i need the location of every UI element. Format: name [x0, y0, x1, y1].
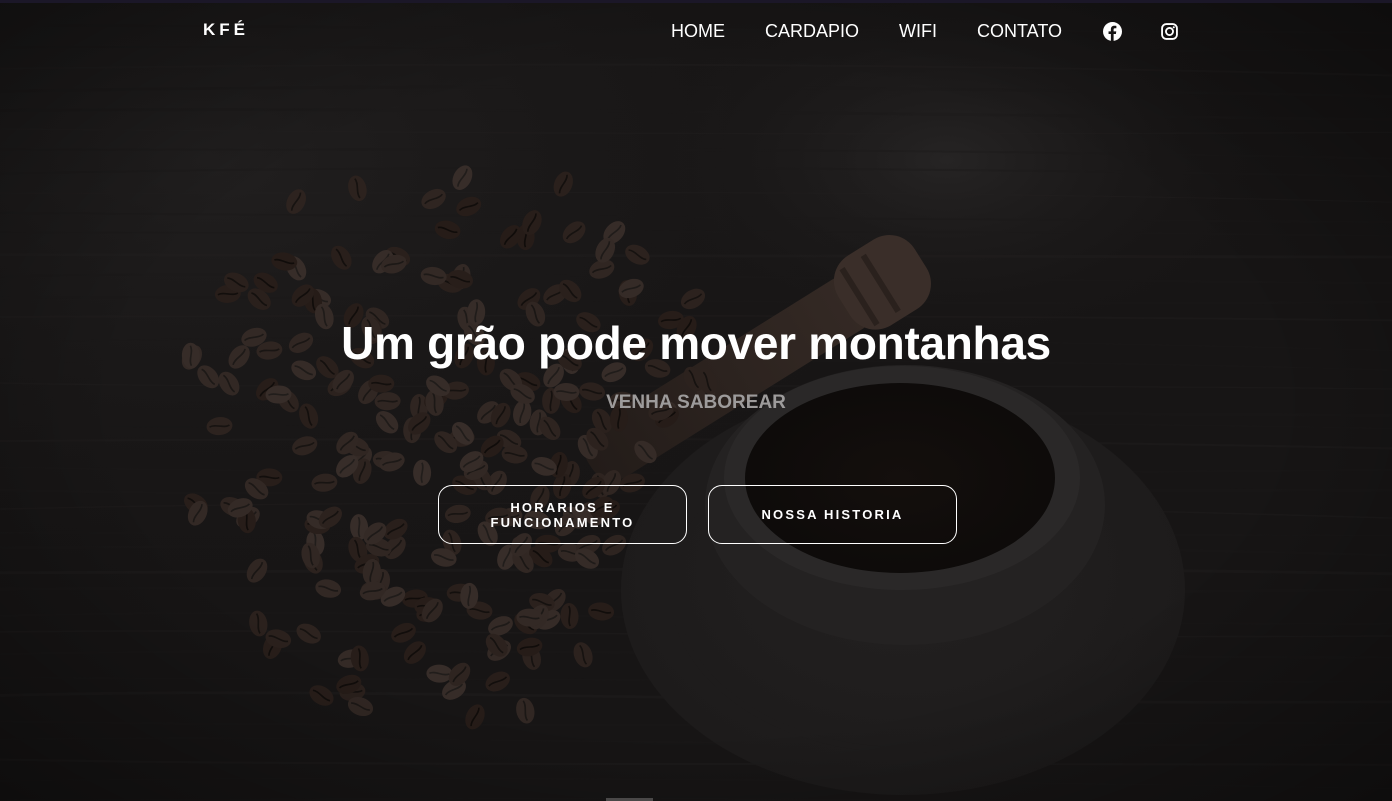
hero-subtitle: VENHA SABOREAR: [606, 392, 786, 413]
instagram-icon[interactable]: [1159, 21, 1179, 41]
facebook-icon[interactable]: [1102, 21, 1122, 41]
nav-item-cardapio[interactable]: CARDAPIO: [765, 19, 859, 43]
main-nav: HOME CARDAPIO WIFI CONTATO: [671, 19, 1179, 43]
our-story-button[interactable]: NOSSA HISTORIA: [708, 485, 957, 544]
nav-item-home[interactable]: HOME: [671, 19, 725, 43]
our-story-button-label: NOSSA HISTORIA: [761, 507, 904, 522]
hours-button[interactable]: HORARIOS E FUNCIONAMENTO: [438, 485, 687, 544]
landing-page: KFÉ HOME CARDAPIO WIFI CONTATO Um grão p…: [0, 0, 1392, 801]
nav-item-contato[interactable]: CONTATO: [977, 19, 1062, 43]
top-border-line: [0, 0, 1392, 3]
brand-logo[interactable]: KFÉ: [203, 19, 249, 41]
hours-button-label: HORARIOS E FUNCIONAMENTO: [490, 499, 635, 530]
hero-title: Um grão pode mover montanhas: [341, 317, 1051, 369]
nav-item-wifi[interactable]: WIFI: [899, 19, 937, 43]
